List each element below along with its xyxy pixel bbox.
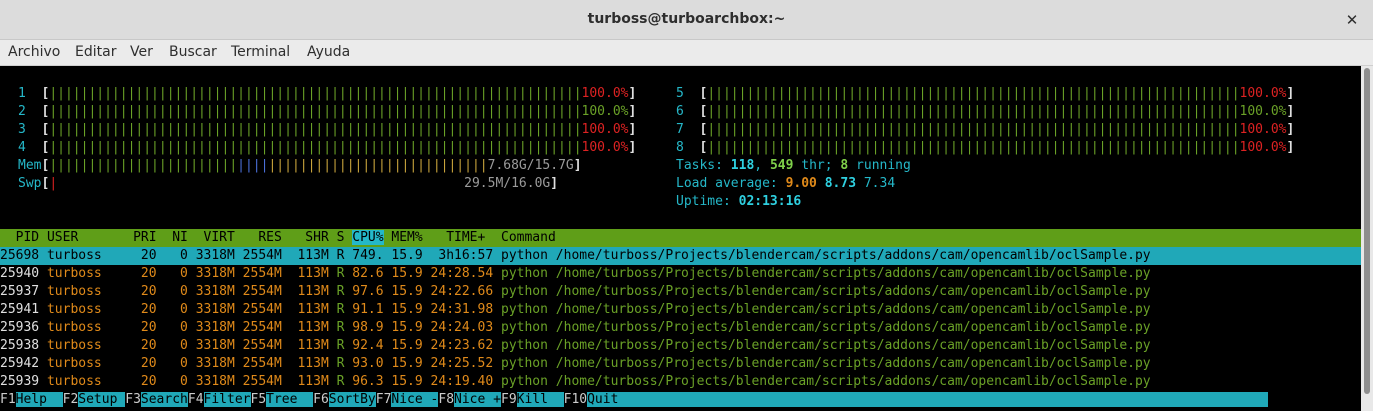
fkey-kill[interactable]: F9Kill — [501, 392, 564, 407]
cpu-meter-8: 8 [|||||||||||||||||||||||||||||||||||||… — [676, 140, 1295, 155]
close-icon[interactable]: ✕ — [1341, 9, 1363, 31]
col-virt[interactable]: VIRT — [204, 230, 235, 245]
cpu-meter-7: 7 [|||||||||||||||||||||||||||||||||||||… — [676, 122, 1295, 137]
mem-meter: Mem[||||||||||||||||||||||||||||||||||||… — [18, 158, 582, 173]
process-table-header[interactable]: PID USER PRI NI VIRT RES SHR S CPU% MEM%… — [0, 229, 1361, 247]
menu-editar[interactable]: Editar — [75, 44, 116, 60]
swp-meter: Swp[| 29.5M/16.0G] — [18, 176, 559, 191]
fkey-setup[interactable]: F2Setup — [63, 392, 126, 407]
uptime: Uptime: 02:13:16 — [676, 194, 802, 209]
cpu-meter-6: 6 [|||||||||||||||||||||||||||||||||||||… — [676, 104, 1295, 119]
table-row-selected[interactable]: 25698 turboss 20 0 3318M 2554M 113M R 74… — [0, 247, 1361, 265]
menu-terminal[interactable]: Terminal — [231, 44, 290, 60]
table-row[interactable]: 25942 turboss 20 0 3318M 2554M 113M R 93… — [0, 355, 1151, 373]
menu-buscar[interactable]: Buscar — [169, 44, 217, 60]
window-title: turboss@turboarchbox:~ — [587, 11, 786, 27]
terminal-area[interactable]: 1 [|||||||||||||||||||||||||||||||||||||… — [0, 66, 1361, 411]
col-cpu[interactable]: CPU% — [352, 230, 384, 245]
menu-bar: Archivo Editar Ver Buscar Terminal Ayuda — [0, 40, 1373, 66]
fkey-tree[interactable]: F5Tree — [251, 392, 314, 407]
fkey-search[interactable]: F3Search — [125, 392, 188, 407]
menu-ayuda[interactable]: Ayuda — [307, 44, 350, 60]
window-titlebar: turboss@turboarchbox:~ ✕ — [0, 0, 1373, 40]
col-command[interactable]: Command — [501, 230, 556, 245]
col-pid[interactable]: PID — [0, 230, 39, 245]
function-key-bar: F1Help F2Setup F3SearchF4FilterF5Tree F6… — [0, 391, 1361, 409]
menu-archivo[interactable]: Archivo — [8, 44, 60, 60]
tasks-summary: Tasks: 118, 549 thr; 8 running — [676, 158, 911, 173]
table-row[interactable]: 25940 turboss 20 0 3318M 2554M 113M R 82… — [0, 265, 1151, 283]
col-user[interactable]: USER — [47, 230, 78, 245]
col-res[interactable]: RES — [258, 230, 281, 245]
scrollbar[interactable] — [1361, 66, 1373, 411]
col-time[interactable]: TIME+ — [446, 230, 485, 245]
table-row[interactable]: 25939 turboss 20 0 3318M 2554M 113M R 96… — [0, 373, 1151, 391]
fkey-filter[interactable]: F4Filter — [188, 392, 251, 407]
cpu-meter-2: 2 [|||||||||||||||||||||||||||||||||||||… — [18, 104, 637, 119]
load-average: Load average: 9.00 8.73 7.34 — [676, 176, 896, 191]
table-row[interactable]: 25936 turboss 20 0 3318M 2554M 113M R 98… — [0, 319, 1151, 337]
fkey-nice-minus[interactable]: F7Nice - — [376, 392, 439, 407]
fkey-help[interactable]: F1Help — [0, 392, 63, 407]
col-mem[interactable]: MEM% — [391, 230, 422, 245]
fkey-sortby[interactable]: F6SortBy — [313, 392, 376, 407]
table-row[interactable]: 25937 turboss 20 0 3318M 2554M 113M R 97… — [0, 283, 1151, 301]
col-pri[interactable]: PRI — [133, 230, 156, 245]
scrollbar-thumb[interactable] — [1364, 68, 1370, 394]
col-s[interactable]: S — [337, 230, 345, 245]
cpu-meter-4: 4 [|||||||||||||||||||||||||||||||||||||… — [18, 140, 637, 155]
cpu-meter-5: 5 [|||||||||||||||||||||||||||||||||||||… — [676, 86, 1295, 101]
col-shr[interactable]: SHR — [305, 230, 328, 245]
table-row[interactable]: 25938 turboss 20 0 3318M 2554M 113M R 92… — [0, 337, 1151, 355]
cpu-meter-3: 3 [|||||||||||||||||||||||||||||||||||||… — [18, 122, 637, 137]
cpu-meter-1: 1 [|||||||||||||||||||||||||||||||||||||… — [18, 86, 637, 101]
table-row[interactable]: 25941 turboss 20 0 3318M 2554M 113M R 91… — [0, 301, 1151, 319]
col-ni[interactable]: NI — [172, 230, 188, 245]
fkey-quit[interactable]: F10Quit — [564, 392, 1269, 407]
menu-ver[interactable]: Ver — [130, 44, 153, 60]
fkey-nice-plus[interactable]: F8Nice + — [438, 392, 501, 407]
